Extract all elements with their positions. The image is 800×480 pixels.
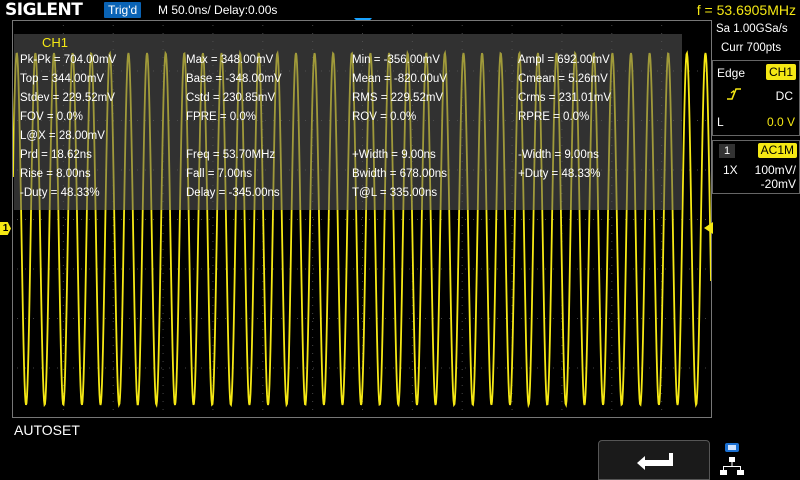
menu-title: AUTOSET bbox=[14, 422, 80, 438]
trigger-level-value: 0.0 V bbox=[766, 115, 795, 129]
measurement-value: Prd = 18.62ns bbox=[20, 149, 92, 161]
return-button[interactable] bbox=[598, 440, 710, 480]
measurement-value: Cmean = 5.26mV bbox=[518, 73, 608, 85]
measurement-value: +Width = 9.00ns bbox=[352, 149, 436, 161]
measurement-value: Min = -356.00mV bbox=[352, 54, 440, 66]
measurement-value: Crms = 231.01mV bbox=[518, 92, 611, 104]
ch1-offset-marker[interactable]: 1 bbox=[0, 222, 11, 235]
rising-edge-icon bbox=[727, 88, 741, 100]
vertical-scale: 100mV/ -20mV bbox=[755, 163, 796, 191]
current-points: Curr 700pts bbox=[721, 42, 782, 54]
measurement-value: Cstd = 230.85mV bbox=[186, 92, 276, 104]
network-icon bbox=[720, 457, 744, 475]
measurement-channel-title: CH1 bbox=[42, 35, 69, 50]
top-status-bar: SIGLENT Trig'd M 50.0ns/ Delay:0.00s f =… bbox=[0, 0, 800, 20]
measurement-value: -Width = 9.00ns bbox=[518, 149, 599, 161]
measurement-value: L@X = 28.00mV bbox=[20, 130, 105, 142]
channel1-settings-panel[interactable]: 1 AC1M 1X 100mV/ -20mV bbox=[712, 140, 800, 194]
timebase-readout[interactable]: M 50.0ns/ Delay:0.00s bbox=[158, 2, 277, 18]
measurement-value: Stdev = 229.52mV bbox=[20, 92, 115, 104]
measurement-value: Max = 348.00mV bbox=[186, 54, 274, 66]
measurement-value: FOV = 0.0% bbox=[20, 111, 83, 123]
measurement-value: Mean = -820.00uV bbox=[352, 73, 447, 85]
measurement-value: RMS = 229.52mV bbox=[352, 92, 444, 104]
channel-number: 1 bbox=[719, 144, 736, 158]
trigger-settings-panel[interactable]: Edge CH1 DC L 0.0 V bbox=[712, 60, 800, 136]
measurement-value: Pk-Pk = 704.00mV bbox=[20, 54, 117, 66]
trigger-level-label: L bbox=[717, 115, 724, 129]
trigger-coupling: DC bbox=[775, 89, 793, 103]
sample-rate: Sa 1.00GSa/s bbox=[716, 23, 788, 35]
measurement-value: FPRE = 0.0% bbox=[186, 111, 256, 123]
measurement-value: -Duty = 48.33% bbox=[20, 187, 100, 199]
channel-coupling: AC1M bbox=[757, 143, 797, 158]
measurement-value: Delay = -345.00ns bbox=[186, 187, 280, 199]
vertical-offset: -20mV bbox=[760, 177, 796, 191]
trigger-level-marker[interactable] bbox=[704, 222, 713, 234]
probe-attenuation: 1X bbox=[723, 163, 738, 177]
trigger-source: CH1 bbox=[765, 64, 796, 80]
measurement-value: +Duty = 48.33% bbox=[518, 168, 601, 180]
brand-logo: SIGLENT bbox=[5, 0, 83, 20]
measurement-value: Base = -348.00mV bbox=[186, 73, 282, 85]
usb-icon bbox=[725, 443, 739, 452]
measurement-value: ROV = 0.0% bbox=[352, 111, 417, 123]
measurement-value: T@L = 335.00ns bbox=[352, 187, 438, 199]
measurement-value: Freq = 53.70MHz bbox=[186, 149, 276, 161]
status-icons bbox=[720, 443, 744, 475]
trigger-status-badge: Trig'd bbox=[104, 2, 142, 18]
measurement-value: Fall = 7.00ns bbox=[186, 168, 253, 180]
trigger-type: Edge bbox=[717, 66, 746, 80]
volts-per-div: 100mV/ bbox=[754, 163, 796, 177]
measurement-value: RPRE = 0.0% bbox=[518, 111, 590, 123]
measurement-value: Top = 344.00mV bbox=[20, 73, 105, 85]
return-arrow-icon bbox=[637, 453, 673, 470]
measurement-value: Rise = 8.00ns bbox=[20, 168, 91, 180]
frequency-counter: f = 53.6905MHz bbox=[696, 2, 796, 18]
measurement-panel: CH1 Pk-Pk = 704.00mV Max = 348.00mV Min = … bbox=[14, 34, 682, 210]
measurement-value: Ampl = 692.00mV bbox=[518, 54, 610, 66]
measurement-value: Bwidth = 678.00ns bbox=[352, 168, 447, 180]
